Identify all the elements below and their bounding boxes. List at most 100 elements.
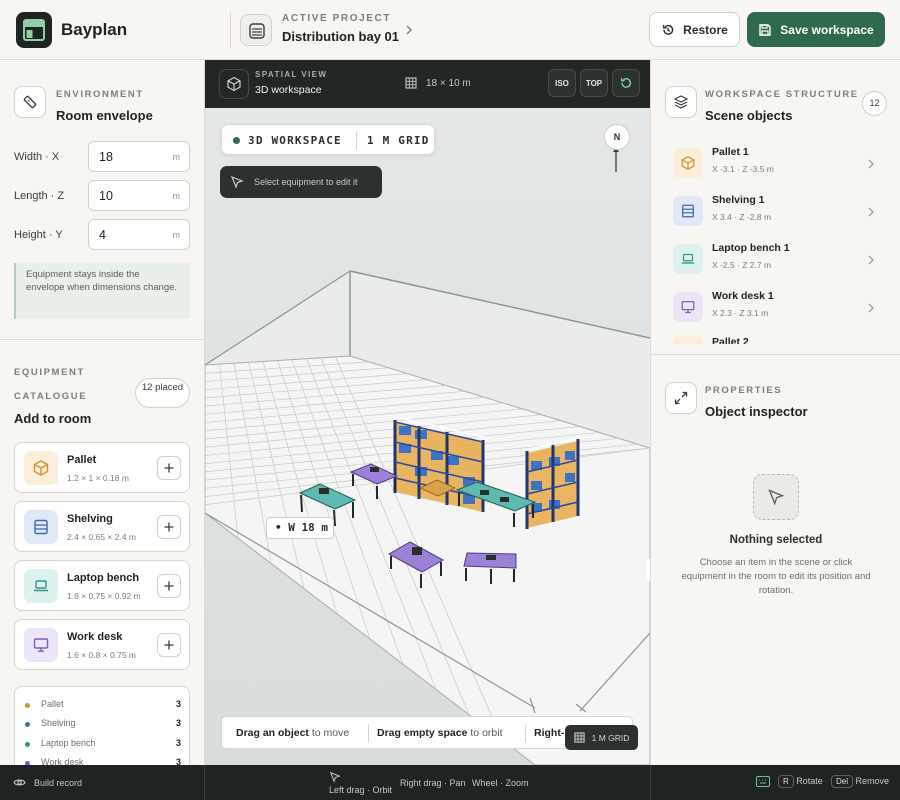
help-right: Right- [534,727,564,739]
scene-object-laptop-bench-1[interactable]: Laptop bench 1 X -2.5 · Z 2.7 m [673,240,888,284]
empty-title: Nothing selected [729,534,823,546]
iso-view-button[interactable]: ISO [548,69,576,97]
scene-object-coords: X -3.1 · Z -3.5 m [712,164,774,174]
shelving-icon [673,196,703,226]
catalogue-kicker-1: EQUIPMENT [14,367,85,378]
build-record-label: Build record [34,777,83,788]
catalogue-item-dims: 2.4 × 0.65 × 2.4 m [67,532,136,542]
add-laptop-bench-button[interactable] [157,574,181,598]
height-field[interactable]: 4m [88,219,190,250]
project-name[interactable]: Distribution bay 01 [282,29,399,44]
chevron-right-icon [868,255,874,265]
remove-shortcut: Del Remove [831,775,889,788]
north-compass[interactable]: N [604,124,630,150]
app-name: Bayplan [61,20,128,39]
grid-toggle-chip[interactable]: 1 M GRID [565,725,638,750]
save-icon [759,23,771,36]
count-row: Work desk 3 [25,757,181,765]
catalogue-item-name: Work desk [67,631,123,643]
hint-text: Select equipment to edit it [254,177,358,187]
laptop-icon [673,244,703,274]
legend-dot [25,703,30,708]
top-view-button[interactable]: TOP [580,69,608,97]
restore-button[interactable]: Restore [649,12,740,47]
width-unit: m [172,152,181,162]
pallet-icon [673,336,703,344]
reset-icon [620,78,632,88]
help-drag-empty: Drag empty space [377,727,468,739]
restore-label: Restore [683,22,728,37]
object-count-badge: 12 [862,91,887,116]
empty-description: Choose an item in the scene or click equ… [681,557,871,596]
length-unit: m [172,191,181,201]
scene-object-coords: X -2.5 · Z 2.7 m [712,260,772,270]
length-field[interactable]: 10 m [88,180,190,211]
properties-kicker: PROPERTIES [705,385,783,396]
width-field[interactable]: 18 m [88,141,190,172]
help-drag-object: Drag an object [236,727,309,739]
3d-viewport[interactable]: SPATIAL VIEW 3D workspace 18 × 10 m ISO … [205,60,650,765]
chevron-right-icon [868,303,874,313]
cursor-icon [768,489,785,506]
project-archive-icon[interactable] [240,14,272,46]
add-work-desk-button[interactable] [157,633,181,657]
environment-title: Room envelope [56,108,153,123]
badge-divider [356,132,357,149]
count-name: Shelving [41,718,76,728]
catalogue-item-name: Pallet [67,454,97,466]
chevron-right-icon [868,207,874,217]
right-drag-hint: Right drag · Pan [400,778,466,788]
pallet-icon [24,451,58,485]
workspace-mode-badge: 3D WORKSPACE 1 M GRID [221,124,435,155]
right-panel: WORKSPACE STRUCTURE Scene objects 12 Pal… [650,60,900,765]
catalogue-item-dims: 1.8 × 0.75 × 0.92 m [67,591,141,601]
empty-selection-placeholder [753,474,799,520]
left-drag-hint: Left drag · Orbit [329,785,393,795]
add-pallet-button[interactable] [157,456,181,480]
scene-object-pallet-2[interactable]: Pallet 2 [673,336,888,344]
placed-count-badge: 12 placed [135,378,190,408]
scene-object-name: Work desk 1 [712,290,774,302]
add-shelving-button[interactable] [157,515,181,539]
grid-chip-label: 1 M GRID [591,732,630,743]
catalogue-card-work-desk[interactable]: Work desk 1.6 × 0.8 × 0.75 m [14,619,190,670]
scene-object-shelving-1[interactable]: Shelving 1 X 3.4 · Z -2.8 m [673,192,888,236]
mode-label: 3D WORKSPACE [248,134,342,147]
logo-icon [23,19,45,41]
plus-icon [164,463,174,473]
reset-view-button[interactable] [612,69,640,97]
count-row: Shelving 3 [25,718,181,732]
help-to-orbit: to orbit [470,727,503,739]
cube-icon [219,69,249,99]
save-label: Save workspace [780,22,874,37]
help-divider [525,724,526,742]
help-divider [368,724,369,742]
height-label: Height · Y [14,229,63,241]
save-workspace-button[interactable]: Save workspace [747,12,885,47]
viewport-toolbar: SPATIAL VIEW 3D workspace 18 × 10 m ISO … [205,60,650,108]
count-value: 3 [175,699,181,709]
grid-label: 1 M GRID [367,134,430,147]
scene-canvas[interactable] [205,108,650,765]
catalogue-card-shelving[interactable]: Shelving 2.4 × 0.65 × 2.4 m [14,501,190,552]
chevron-right-icon[interactable] [404,24,414,36]
catalogue-card-pallet[interactable]: Pallet 1.2 × 1 × 0.18 m [14,442,190,493]
width-label: Width · X [14,151,60,163]
expand-icon [665,382,697,414]
monitor-icon [24,628,58,662]
help-right-text: Right- [534,727,565,739]
build-record-link[interactable]: Build record [13,776,82,789]
count-name: Laptop bench [41,738,96,748]
scene-object-name: Pallet 2 [712,336,749,344]
catalogue-card-laptop-bench[interactable]: Laptop bench 1.8 × 0.75 × 0.92 m [14,560,190,611]
remove-label: Remove [855,776,890,786]
app-header: Bayplan ACTIVE PROJECT Distribution bay … [0,0,900,60]
structure-kicker: WORKSPACE STRUCTURE [705,89,859,100]
scene-object-work-desk-1[interactable]: Work desk 1 X 2.3 · Z 3.1 m [673,288,888,332]
scene-object-coords: X 3.4 · Z -2.8 m [712,212,772,222]
eye-icon [13,779,26,786]
scene-object-pallet-1[interactable]: Pallet 1 X -3.1 · Z -3.5 m [673,144,888,188]
bayplan-logo [16,12,52,48]
del-key: Del [831,775,854,788]
length-label: Length · Z [14,190,65,202]
